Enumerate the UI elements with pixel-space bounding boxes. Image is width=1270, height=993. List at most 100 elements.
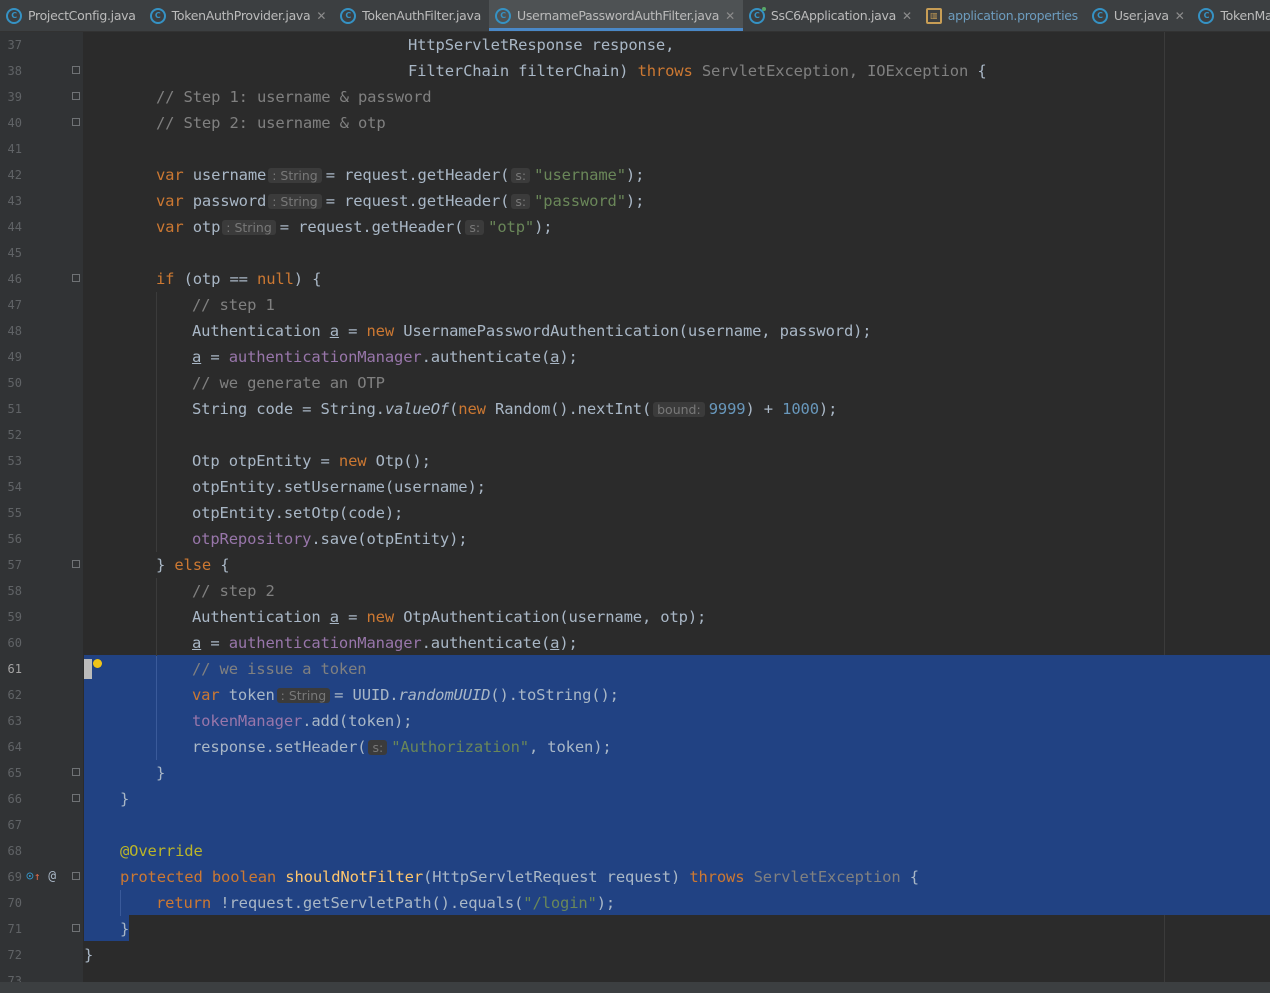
tab-token-auth-provider[interactable]: C TokenAuthProvider.java ✕ xyxy=(144,0,335,31)
code-text: var token: String = UUID.randomUUID().toS… xyxy=(192,686,619,704)
editor-tab-bar: C ProjectConfig.java C TokenAuthProvider… xyxy=(0,0,1270,32)
param-hint: s: xyxy=(511,194,531,209)
line-number: 39 xyxy=(7,90,22,104)
line-number: 58 xyxy=(7,584,22,598)
param-hint: s: xyxy=(465,220,485,235)
tab-application-properties[interactable]: ▥ application.properties xyxy=(920,0,1086,31)
class-icon: C xyxy=(1198,7,1215,24)
line-number: 40 xyxy=(7,116,22,130)
code-text: response.setHeader(s: "Authorization", to… xyxy=(192,738,612,756)
code-line-current[interactable]: 61 // we issue a token xyxy=(0,656,1270,682)
line-number: 57 xyxy=(7,558,22,572)
class-icon: C xyxy=(340,7,357,24)
close-icon[interactable]: ✕ xyxy=(316,9,326,23)
close-icon[interactable]: ✕ xyxy=(902,9,912,23)
tab-token-auth-filter[interactable]: C TokenAuthFilter.java xyxy=(334,0,489,31)
fold-marker-icon[interactable] xyxy=(72,924,80,932)
code-line[interactable]: 55 otpEntity.setOtp(code); xyxy=(0,500,1270,526)
fold-marker-icon[interactable] xyxy=(72,66,80,74)
code-line[interactable]: 48 Authentication a = new UsernamePasswo… xyxy=(0,318,1270,344)
code-line[interactable]: 63 tokenManager.add(token); xyxy=(0,708,1270,734)
code-line[interactable]: 59 Authentication a = new OtpAuthenticat… xyxy=(0,604,1270,630)
param-hint: s: xyxy=(368,740,388,755)
tab-label: SsC6Application.java xyxy=(770,8,896,23)
code-line[interactable]: 49 a = authenticationManager.authenticat… xyxy=(0,344,1270,370)
line-number: 59 xyxy=(7,610,22,624)
code-line[interactable]: 41 xyxy=(0,136,1270,162)
param-hint: s: xyxy=(511,168,531,183)
code-text: } else { xyxy=(156,556,230,574)
line-number: 38 xyxy=(7,64,22,78)
code-line[interactable]: 66 } xyxy=(0,786,1270,812)
code-line[interactable]: 44 var otp: String = request.getHeader(s:… xyxy=(0,214,1270,240)
tab-label: User.java xyxy=(1113,8,1169,23)
code-line[interactable]: 67 xyxy=(0,812,1270,838)
code-line[interactable]: 68 @Override xyxy=(0,838,1270,864)
code-line[interactable]: 64 response.setHeader(s: "Authorization",… xyxy=(0,734,1270,760)
code-text: String code = String.valueOf(new Random(… xyxy=(192,400,838,418)
fold-marker-icon[interactable] xyxy=(72,872,80,880)
tab-label: UsernamePasswordAuthFilter.java xyxy=(517,8,720,23)
line-number: 54 xyxy=(7,480,22,494)
code-text: } xyxy=(120,790,130,808)
tab-ssc6-application[interactable]: C SsC6Application.java ✕ xyxy=(743,0,920,31)
code-text: Authentication a = new OtpAuthentication… xyxy=(192,608,707,626)
code-line[interactable]: 52 xyxy=(0,422,1270,448)
code-line[interactable]: 51 String code = String.valueOf(new Rand… xyxy=(0,396,1270,422)
code-line[interactable]: 60 a = authenticationManager.authenticat… xyxy=(0,630,1270,656)
code-line[interactable]: 57 } else { xyxy=(0,552,1270,578)
line-number: 43 xyxy=(7,194,22,208)
line-number: 69 xyxy=(7,870,22,884)
code-line[interactable]: 72 } xyxy=(0,942,1270,968)
code-line[interactable]: 40 // Step 2: username & otp xyxy=(0,110,1270,136)
status-bar xyxy=(0,982,1270,993)
override-method-icon: ⊙ xyxy=(26,869,34,884)
close-icon[interactable]: ✕ xyxy=(1175,9,1185,23)
code-line[interactable]: 65 } xyxy=(0,760,1270,786)
type-hint: : String xyxy=(268,194,322,209)
code-line[interactable]: 70 return !request.getServletPath().equa… xyxy=(0,890,1270,916)
code-line[interactable]: 56 otpRepository.save(otpEntity); xyxy=(0,526,1270,552)
code-line[interactable]: 38 FilterChain filterChain) throws Servl… xyxy=(0,58,1270,84)
override-gutter-icons[interactable]: ⊙↑ @ xyxy=(26,864,56,890)
code-line[interactable]: 58 // step 2 xyxy=(0,578,1270,604)
code-line[interactable]: 53 Otp otpEntity = new Otp(); xyxy=(0,448,1270,474)
fold-marker-icon[interactable] xyxy=(72,92,80,100)
code-text: @Override xyxy=(120,842,203,860)
line-number: 42 xyxy=(7,168,22,182)
code-line[interactable]: 46 if (otp == null) { xyxy=(0,266,1270,292)
code-text: // Step 2: username & otp xyxy=(156,114,386,132)
code-text: } xyxy=(156,764,166,782)
code-line[interactable]: 50 // we generate an OTP xyxy=(0,370,1270,396)
line-number: 73 xyxy=(7,974,22,982)
fold-marker-icon[interactable] xyxy=(72,794,80,802)
fold-marker-icon[interactable] xyxy=(72,768,80,776)
code-line[interactable]: 37 HttpServletResponse response, xyxy=(0,32,1270,58)
tab-label: TokenAuthProvider.java xyxy=(171,8,311,23)
tab-user[interactable]: C User.java ✕ xyxy=(1086,0,1193,31)
close-icon[interactable]: ✕ xyxy=(725,9,735,23)
tab-project-config[interactable]: C ProjectConfig.java xyxy=(0,0,144,31)
code-line[interactable]: 47 // step 1 xyxy=(0,292,1270,318)
code-line[interactable]: 39 // Step 1: username & password xyxy=(0,84,1270,110)
line-number: 62 xyxy=(7,688,22,702)
code-line[interactable]: 73 xyxy=(0,968,1270,982)
class-icon: C xyxy=(149,7,166,24)
tab-token-manager[interactable]: C TokenManager.java xyxy=(1192,0,1270,31)
code-line[interactable]: 42 var username: String = request.getHead… xyxy=(0,162,1270,188)
code-line[interactable]: 69 ⊙↑ @ protected boolean shouldNotFilte… xyxy=(0,864,1270,890)
tab-username-password-auth-filter[interactable]: C UsernamePasswordAuthFilter.java ✕ xyxy=(489,0,743,31)
code-text: // we generate an OTP xyxy=(192,374,385,392)
fold-marker-icon[interactable] xyxy=(72,560,80,568)
code-line[interactable]: 43 var password: String = request.getHead… xyxy=(0,188,1270,214)
tab-label: application.properties xyxy=(947,8,1078,23)
fold-marker-icon[interactable] xyxy=(72,118,80,126)
code-line[interactable]: 45 xyxy=(0,240,1270,266)
fold-marker-icon[interactable] xyxy=(72,274,80,282)
line-number: 44 xyxy=(7,220,22,234)
code-line[interactable]: 71 } xyxy=(0,916,1270,942)
code-line[interactable]: 54 otpEntity.setUsername(username); xyxy=(0,474,1270,500)
code-editor[interactable]: 37 HttpServletResponse response, 38 Filt… xyxy=(0,32,1270,982)
code-text: return !request.getServletPath().equals(… xyxy=(156,894,616,912)
code-line[interactable]: 62 var token: String = UUID.randomUUID().… xyxy=(0,682,1270,708)
